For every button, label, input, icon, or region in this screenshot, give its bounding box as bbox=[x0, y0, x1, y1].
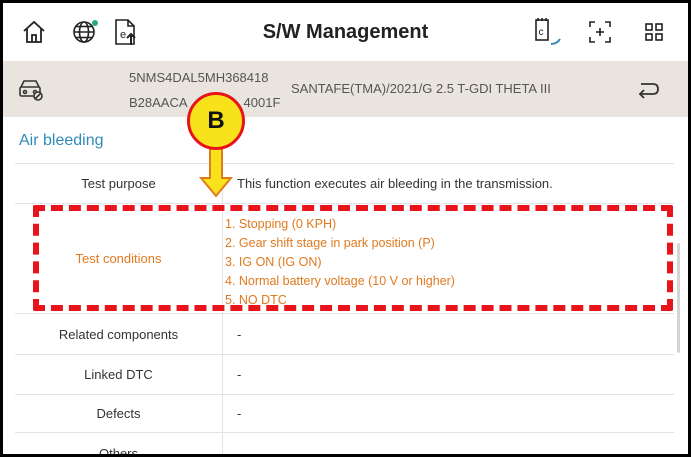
row-value: - bbox=[237, 406, 242, 421]
home-icon[interactable] bbox=[17, 15, 51, 49]
list-item: 1. Stopping (0 KPH) bbox=[225, 217, 337, 231]
back-return-icon[interactable] bbox=[634, 75, 662, 103]
device-screen-icon[interactable]: c bbox=[529, 15, 563, 49]
section-title: Air bleeding bbox=[19, 132, 104, 149]
globe-settings-icon[interactable] bbox=[69, 15, 103, 49]
screen-frame: e S/W Management c 5NMS4DAL5MH368418 B28… bbox=[0, 0, 691, 457]
list-item: 5. NO DTC bbox=[225, 293, 287, 307]
row-label: Others bbox=[15, 433, 223, 454]
row-value: - bbox=[237, 326, 242, 342]
row-others: Others - bbox=[15, 433, 674, 457]
vehicle-model-text: SANTAFE(TMA)/2021/G 2.5 T-GDI THETA III bbox=[291, 81, 551, 96]
arrow-down-icon bbox=[199, 148, 233, 198]
row-defects: Defects - bbox=[15, 395, 674, 433]
vehicle-diagnostic-icon bbox=[17, 77, 45, 103]
row-label: Test purpose bbox=[15, 164, 223, 203]
row-label: Related components bbox=[15, 314, 223, 354]
list-item: 4. Normal battery voltage (10 V or highe… bbox=[225, 274, 455, 288]
document-upload-icon[interactable]: e bbox=[109, 15, 143, 49]
scrollbar[interactable] bbox=[677, 243, 680, 353]
list-item: 3. IG ON (IG ON) bbox=[225, 255, 322, 269]
row-label: Test conditions bbox=[15, 204, 223, 313]
svg-text:e: e bbox=[120, 29, 126, 41]
row-linked-dtc: Linked DTC - bbox=[15, 355, 674, 395]
top-app-bar: e S/W Management c bbox=[3, 3, 688, 61]
row-value: This function executes air bleeding in t… bbox=[237, 176, 553, 191]
vin-text: 5NMS4DAL5MH368418 bbox=[129, 70, 269, 85]
apps-grid-icon[interactable] bbox=[637, 15, 671, 49]
row-value: - bbox=[237, 367, 242, 382]
callout-badge: B bbox=[187, 92, 245, 150]
row-label: Linked DTC bbox=[15, 355, 223, 394]
test-conditions-list: 1. Stopping (0 KPH) 2. Gear shift stage … bbox=[225, 215, 455, 310]
svg-text:c: c bbox=[539, 27, 544, 38]
row-label: Defects bbox=[15, 395, 223, 432]
row-value: - bbox=[237, 445, 242, 457]
list-item: 2. Gear shift stage in park position (P) bbox=[225, 236, 435, 250]
row-test-purpose: Test purpose This function executes air … bbox=[15, 164, 674, 204]
row-related-components: Related components - bbox=[15, 314, 674, 355]
screen-capture-icon[interactable] bbox=[583, 15, 617, 49]
vehicle-info-bar: 5NMS4DAL5MH368418 B28AACA 4001F SANTAFE(T… bbox=[3, 61, 688, 117]
